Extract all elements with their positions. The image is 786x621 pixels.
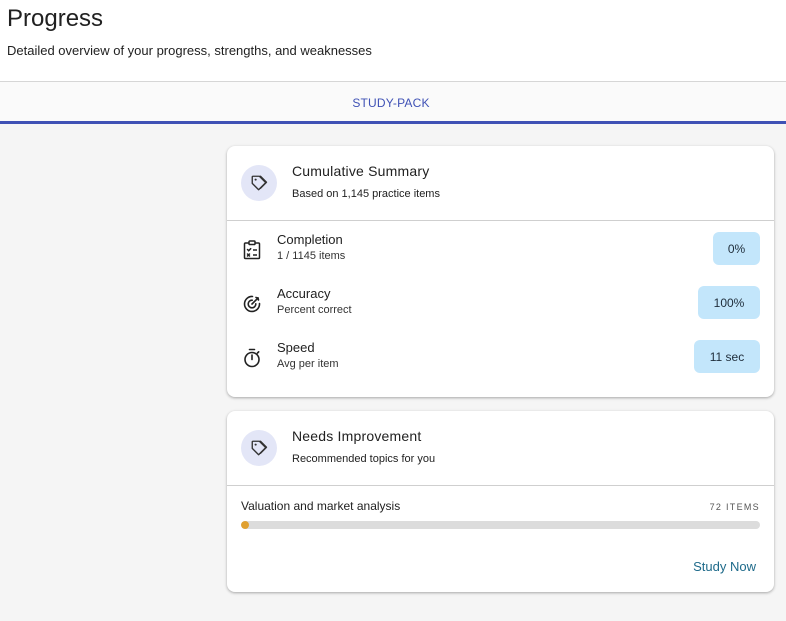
stopwatch-icon [242, 348, 262, 368]
page-header: Progress Detailed overview of your progr… [0, 0, 786, 81]
needs-card-subtitle: Recommended topics for you [292, 453, 436, 465]
summary-card-subtitle: Based on 1,145 practice items [292, 188, 440, 200]
topic-name: Valuation and market analysis [241, 499, 401, 513]
needs-improvement-card: Needs Improvement Recommended topics for… [227, 411, 774, 592]
speed-value-badge: 11 sec [694, 340, 760, 373]
summary-card-header: Cumulative Summary Based on 1,145 practi… [227, 146, 774, 220]
card-divider [227, 485, 774, 486]
page-subtitle: Detailed overview of your progress, stre… [7, 43, 372, 58]
stat-label: Completion [277, 232, 343, 247]
stat-sub: Percent correct [277, 304, 352, 316]
tag-icon [241, 430, 277, 466]
stat-sub: 1 / 1145 items [277, 250, 346, 262]
card-divider [227, 220, 774, 221]
tab-indicator [0, 121, 786, 124]
summary-card-title: Cumulative Summary [292, 163, 430, 179]
tab-bar: STUDY-PACK [0, 81, 786, 124]
accuracy-value-badge: 100% [698, 286, 760, 319]
cumulative-summary-card: Cumulative Summary Based on 1,145 practi… [227, 146, 774, 397]
completion-value-badge: 0% [713, 232, 760, 265]
study-now-button[interactable]: Study Now [693, 559, 756, 574]
needs-card-header: Needs Improvement Recommended topics for… [227, 411, 774, 485]
stat-label: Speed [277, 340, 315, 355]
needs-card-title: Needs Improvement [292, 428, 422, 444]
stat-label: Accuracy [277, 286, 331, 301]
topic-item-count: 72 ITEMS [709, 502, 760, 512]
topic-progress-fill [241, 521, 249, 529]
stat-row-completion: Completion 1 / 1145 items 0% [227, 232, 774, 272]
stat-row-speed: Speed Avg per item 11 sec [227, 340, 774, 380]
page-title: Progress [7, 5, 104, 32]
stat-sub: Avg per item [277, 358, 339, 370]
topic-progress-bar [241, 521, 760, 529]
target-icon [242, 294, 262, 314]
clipboard-checklist-icon [242, 240, 262, 260]
stat-row-accuracy: Accuracy Percent correct 100% [227, 286, 774, 326]
tag-icon [241, 165, 277, 201]
tab-study-pack[interactable]: STUDY-PACK [0, 82, 782, 122]
